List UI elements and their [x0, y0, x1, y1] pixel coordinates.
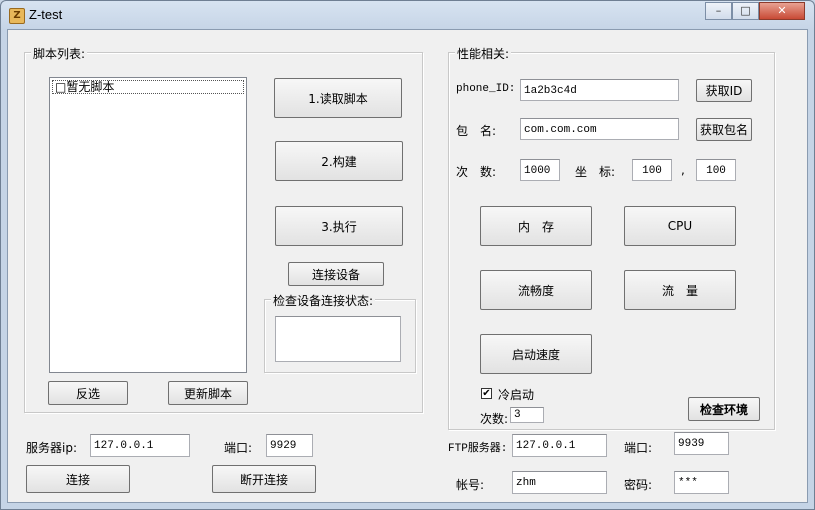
ftp-server-label: FTP服务器: — [448, 443, 508, 455]
smoothness-button[interactable]: 流畅度 — [480, 270, 592, 310]
minimize-button[interactable]: – — [705, 2, 732, 20]
password-field[interactable]: *** — [674, 471, 729, 494]
package-field[interactable]: com.com.com — [520, 118, 679, 140]
execute-button[interactable]: 3.执行 — [275, 206, 403, 246]
get-package-button[interactable]: 获取包名 — [696, 118, 752, 141]
performance-group-title: 性能相关: — [455, 45, 512, 62]
package-label: 包 名: — [456, 124, 497, 138]
password-label: 密码: — [624, 478, 653, 492]
times-field[interactable]: 3 — [510, 407, 544, 423]
cold-start-label: 冷启动 — [498, 388, 535, 402]
coord-y-field[interactable]: 100 — [696, 159, 736, 181]
app-icon: Z — [9, 8, 25, 24]
traffic-button[interactable]: 流 量 — [624, 270, 736, 310]
check-environment-button[interactable]: 检查环境 — [688, 397, 760, 421]
update-script-button[interactable]: 更新脚本 — [168, 381, 248, 405]
connect-device-button[interactable]: 连接设备 — [288, 262, 384, 286]
cold-start-checkbox[interactable]: ✔ — [481, 388, 492, 399]
ftp-ip-field[interactable]: 127.0.0.1 — [512, 434, 607, 457]
window-title: Z-test — [29, 7, 63, 22]
title-bar[interactable]: Z Z-test – □ ✕ — [1, 1, 814, 31]
build-button[interactable]: 2.构建 — [275, 141, 403, 181]
invert-select-button[interactable]: 反选 — [48, 381, 128, 405]
device-status-field[interactable] — [275, 316, 401, 362]
get-id-button[interactable]: 获取ID — [696, 79, 752, 102]
connect-button[interactable]: 连接 — [26, 465, 130, 493]
ftp-port-label: 端口: — [624, 441, 653, 455]
server-ip-label: 服务器ip: — [26, 441, 77, 455]
times-label: 次数: — [480, 412, 509, 426]
maximize-button[interactable]: □ — [732, 2, 759, 20]
coordinate-label: 坐 标: — [575, 165, 616, 179]
device-status-group-title: 检查设备连接状态: — [271, 292, 376, 309]
count-field[interactable]: 1000 — [520, 159, 560, 181]
account-label: 帐号: — [456, 478, 485, 492]
list-item[interactable]: □暂无脚本 — [52, 80, 244, 94]
server-ip-field[interactable]: 127.0.0.1 — [90, 434, 190, 457]
disconnect-button[interactable]: 断开连接 — [212, 465, 316, 493]
phone-id-label: phone_ID: — [456, 83, 516, 95]
memory-button[interactable]: 内 存 — [480, 206, 592, 246]
startup-speed-button[interactable]: 启动速度 — [480, 334, 592, 374]
close-button[interactable]: ✕ — [759, 2, 805, 20]
cpu-button[interactable]: CPU — [624, 206, 736, 246]
count-label: 次 数: — [456, 165, 497, 179]
read-script-button[interactable]: 1.读取脚本 — [274, 78, 402, 118]
server-port-label: 端口: — [224, 441, 253, 455]
script-listbox[interactable]: □暂无脚本 — [49, 77, 247, 373]
account-field[interactable]: zhm — [512, 471, 607, 494]
coordinate-separator: , — [681, 163, 685, 177]
phone-id-field[interactable]: 1a2b3c4d — [520, 79, 679, 101]
ftp-port-field[interactable]: 9939 — [674, 432, 729, 455]
scripts-group-title: 脚本列表: — [31, 45, 88, 62]
server-port-field[interactable]: 9929 — [266, 434, 313, 457]
client-area: 脚本列表: □暂无脚本 1.读取脚本 2.构建 3.执行 连接设备 检查设备连接… — [7, 29, 808, 503]
coord-x-field[interactable]: 100 — [632, 159, 672, 181]
